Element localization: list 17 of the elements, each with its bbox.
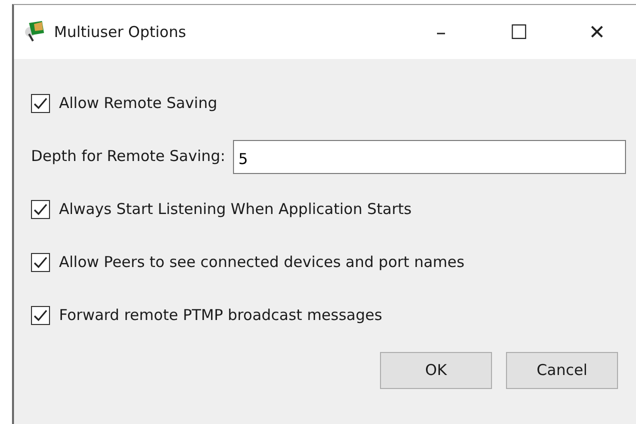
input-field[interactable]: 5	[233, 140, 626, 174]
checkbox[interactable]	[31, 94, 50, 113]
cancel-button[interactable]: Cancel	[506, 352, 618, 389]
app-icon	[24, 20, 46, 44]
field-label: Depth for Remote Saving:	[31, 146, 226, 168]
checkbox[interactable]	[31, 200, 50, 219]
checkbox[interactable]	[31, 253, 50, 272]
checkbox-label: Always Start Listening When Application Starts	[59, 199, 412, 220]
maximize-button[interactable]: ☐	[480, 17, 558, 47]
minimize-button[interactable]: –	[402, 17, 480, 47]
checkbox-label: Forward remote PTMP broadcast messages	[59, 305, 382, 326]
window-title: Multiuser Options	[54, 22, 188, 43]
close-button[interactable]: ✕	[558, 17, 636, 47]
checkbox[interactable]	[31, 306, 50, 325]
checkbox-label: Allow Peers to see connected devices and port names	[59, 252, 464, 274]
ok-button[interactable]: OK	[380, 352, 492, 389]
checkbox-label: Allow Remote Saving	[59, 93, 218, 114]
